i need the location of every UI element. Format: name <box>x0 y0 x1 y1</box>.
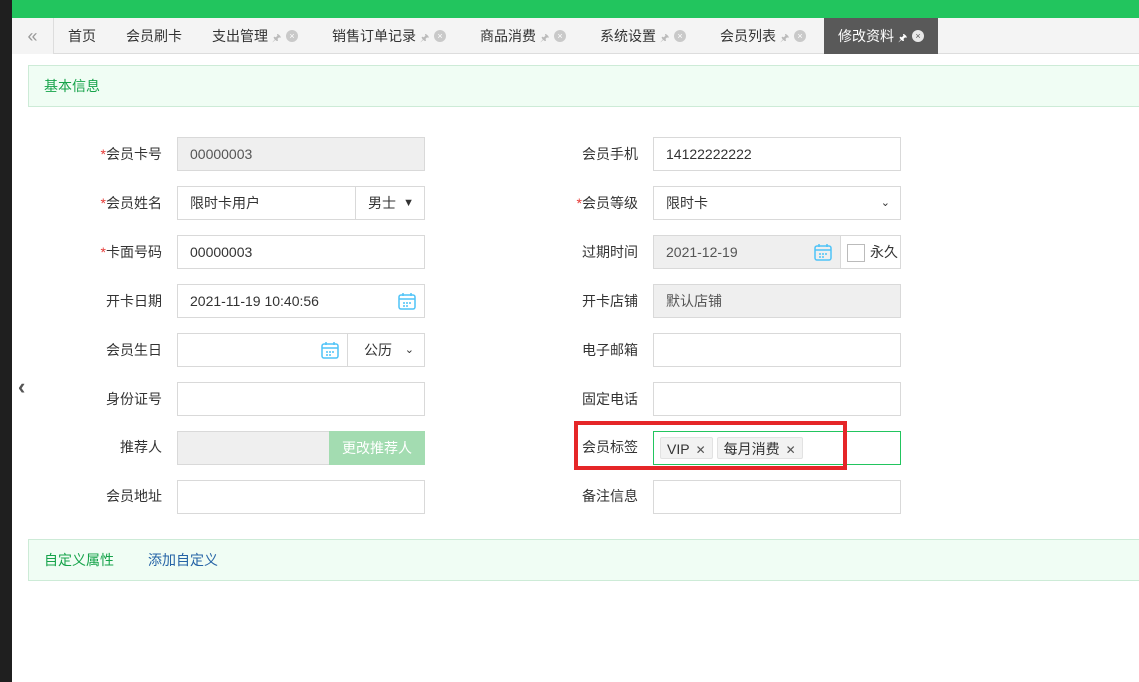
level-select[interactable]: 限时卡 ⌄ <box>653 186 901 220</box>
address-label: 会员地址 <box>106 488 162 504</box>
chevron-down-icon: ⌄ <box>880 197 890 209</box>
gender-select[interactable]: 男士 ▼ <box>355 186 425 220</box>
tel-input[interactable] <box>653 382 901 416</box>
remark-label: 备注信息 <box>582 488 638 504</box>
id-no-input[interactable] <box>177 382 425 416</box>
pin-icon[interactable]: 🖈 <box>420 21 430 57</box>
expire-input[interactable]: 2021-12-19 <box>653 235 841 269</box>
tab-bar: « 首页 会员刷卡 支出管理 🖈 × 销售订单记录 🖈 × 商品消费 🖈 × 系统设置 🖈 × … <box>12 18 1139 54</box>
close-icon[interactable]: × <box>434 30 446 43</box>
referrer-input[interactable] <box>177 431 330 465</box>
face-no-label: *卡面号码 <box>100 244 162 260</box>
calendar-type-select[interactable]: 公历 ⌄ <box>347 333 425 367</box>
tab-member-list[interactable]: 会员列表 🖈 × <box>720 18 806 54</box>
tab-label: 修改资料 <box>838 28 894 44</box>
open-store-input[interactable]: 默认店铺 <box>653 284 901 318</box>
open-date-input[interactable]: 2021-11-19 10:40:56 <box>177 284 425 318</box>
pin-icon[interactable]: 🖈 <box>898 21 908 57</box>
pin-icon[interactable]: 🖈 <box>540 21 550 57</box>
tab-member-swipe[interactable]: 会员刷卡 <box>126 18 182 54</box>
birthday-label: 会员生日 <box>106 342 162 358</box>
email-input[interactable] <box>653 333 901 367</box>
caret-down-icon: ▼ <box>403 197 414 209</box>
phone-label: 会员手机 <box>582 146 638 162</box>
custom-attr-header: 自定义属性 添加自定义 <box>28 539 1139 581</box>
forever-label: 永久 <box>870 244 898 260</box>
tab-label: 商品消费 <box>480 28 536 44</box>
tab-system-settings[interactable]: 系统设置 🖈 × <box>600 18 686 54</box>
tab-label: 首页 <box>68 28 96 44</box>
change-referrer-button[interactable]: 更改推荐人 <box>329 431 425 465</box>
pin-icon[interactable]: 🖈 <box>780 21 790 57</box>
level-value: 限时卡 <box>666 195 708 211</box>
email-label: 电子邮箱 <box>582 342 638 358</box>
calendar-icon[interactable] <box>814 243 832 261</box>
basic-info-title: 基本信息 <box>44 78 100 94</box>
gender-value: 男士 <box>368 195 396 211</box>
highlight-box <box>574 421 847 470</box>
chevron-down-icon: ⌄ <box>404 344 414 356</box>
tab-label: 会员刷卡 <box>126 28 182 44</box>
tab-label: 系统设置 <box>600 28 656 44</box>
tab-label: 支出管理 <box>212 28 268 44</box>
face-no-input[interactable]: 00000003 <box>177 235 425 269</box>
basic-info-header: 基本信息 <box>28 65 1139 107</box>
id-no-label: 身份证号 <box>106 391 162 407</box>
level-label: *会员等级 <box>576 195 638 211</box>
top-header-bar <box>12 0 1139 18</box>
left-window-edge <box>0 0 12 682</box>
tab-home[interactable]: 首页 <box>68 18 96 54</box>
pin-icon[interactable]: 🖈 <box>660 21 670 57</box>
calendar-icon[interactable] <box>321 341 339 359</box>
tab-product-consume[interactable]: 商品消费 🖈 × <box>480 18 566 54</box>
add-custom-link[interactable]: 添加自定义 <box>148 540 218 580</box>
close-icon[interactable]: × <box>912 30 924 43</box>
card-no-label: *会员卡号 <box>100 146 162 162</box>
custom-attr-title: 自定义属性 <box>44 552 114 568</box>
tab-scroll-left-icon[interactable]: « <box>12 18 54 54</box>
open-date-value: 2021-11-19 10:40:56 <box>190 293 319 309</box>
forever-box[interactable]: 永久 <box>840 235 901 269</box>
remark-input[interactable] <box>653 480 901 514</box>
expire-label: 过期时间 <box>582 244 638 260</box>
open-date-label: 开卡日期 <box>106 293 162 309</box>
tab-sales-orders[interactable]: 销售订单记录 🖈 × <box>332 18 446 54</box>
calendar-icon[interactable] <box>398 292 416 310</box>
close-icon[interactable]: × <box>674 30 686 43</box>
name-input[interactable]: 限时卡用户 <box>177 186 356 220</box>
referrer-label: 推荐人 <box>120 439 162 455</box>
tab-expense[interactable]: 支出管理 🖈 × <box>212 18 298 54</box>
tab-label: 会员列表 <box>720 28 776 44</box>
forever-checkbox[interactable] <box>847 244 865 262</box>
open-store-label: 开卡店铺 <box>582 293 638 309</box>
tab-label: 销售订单记录 <box>332 28 416 44</box>
card-no-input[interactable]: 00000003 <box>177 137 425 171</box>
tel-label: 固定电话 <box>582 391 638 407</box>
address-input[interactable] <box>177 480 425 514</box>
close-icon[interactable]: × <box>794 30 806 43</box>
calendar-type-value: 公历 <box>364 342 392 358</box>
phone-input[interactable]: 14122222222 <box>653 137 901 171</box>
pin-icon[interactable]: 🖈 <box>272 21 282 57</box>
name-label: *会员姓名 <box>100 195 162 211</box>
close-icon[interactable]: × <box>286 30 298 43</box>
expire-value: 2021-12-19 <box>666 244 738 260</box>
tab-edit-profile[interactable]: 修改资料 🖈 × <box>824 18 938 54</box>
birthday-input[interactable] <box>177 333 348 367</box>
close-icon[interactable]: × <box>554 30 566 43</box>
